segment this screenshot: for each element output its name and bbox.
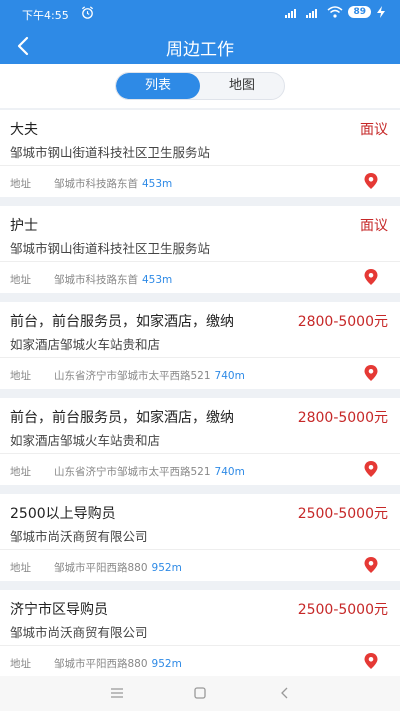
job-salary: 面议 — [360, 218, 388, 234]
address-label: 地址 — [10, 562, 31, 574]
alarm-icon — [81, 6, 94, 19]
page-title: 周边工作 — [166, 40, 234, 60]
job-company: 如家酒店邹城火车站贵和店 — [10, 337, 161, 352]
address-text: 邹城市平阳西路880 — [54, 658, 148, 670]
job-salary: 2500-5000元 — [297, 602, 388, 618]
job-address: 山东省济宁市邹城市太平西路521 740m — [54, 464, 245, 479]
job-address: 邹城市科技路东首 453m — [54, 272, 172, 287]
tab-list[interactable]: 列表 — [116, 73, 200, 99]
job-company: 邹城市尚沃商贸有限公司 — [10, 529, 148, 544]
address-text: 邹城市平阳西路880 — [54, 562, 148, 574]
job-list: 大夫 面议 邹城市钢山街道科技社区卫生服务站 地址 邹城市科技路东首 453m 护… — [0, 110, 400, 676]
tab-strip: 列表 地图 — [0, 64, 400, 108]
job-title: 大夫 — [10, 122, 38, 138]
wifi-icon — [327, 6, 343, 18]
job-card[interactable]: 大夫 面议 邹城市钢山街道科技社区卫生服务站 地址 邹城市科技路东首 453m — [0, 110, 400, 197]
distance: 952m — [151, 658, 182, 670]
location-pin-icon[interactable] — [364, 557, 378, 573]
status-bar: 下午4:55 89 — [0, 0, 400, 28]
address-label: 地址 — [10, 466, 31, 478]
job-card[interactable]: 济宁市区导购员 2500-5000元 邹城市尚沃商贸有限公司 地址 邹城市平阳西… — [0, 590, 400, 676]
signal-icon-2 — [306, 8, 318, 18]
menu-icon[interactable] — [110, 686, 124, 700]
job-title: 前台，前台服务员，如家酒店，缴纳 — [10, 410, 234, 426]
address-label: 地址 — [10, 370, 31, 382]
address-label: 地址 — [10, 178, 31, 190]
distance: 740m — [214, 370, 245, 382]
charging-icon — [377, 6, 385, 18]
job-title: 济宁市区导购员 — [10, 602, 108, 618]
location-pin-icon[interactable] — [364, 653, 378, 669]
location-pin-icon[interactable] — [364, 461, 378, 477]
divider — [0, 645, 400, 646]
job-address: 邹城市平阳西路880 952m — [54, 656, 182, 671]
location-pin-icon[interactable] — [364, 173, 378, 189]
job-title: 护士 — [10, 218, 38, 234]
job-company: 邹城市尚沃商贸有限公司 — [10, 625, 148, 640]
job-card[interactable]: 前台，前台服务员，如家酒店，缴纳 2800-5000元 如家酒店邹城火车站贵和店… — [0, 398, 400, 485]
address-text: 山东省济宁市邹城市太平西路521 — [54, 466, 211, 478]
job-address: 邹城市平阳西路880 952m — [54, 560, 182, 575]
distance: 453m — [142, 274, 173, 286]
signal-icon — [285, 8, 297, 18]
job-salary: 面议 — [360, 122, 388, 138]
address-label: 地址 — [10, 658, 31, 670]
divider — [0, 357, 400, 358]
job-card[interactable]: 前台，前台服务员，如家酒店，缴纳 2800-5000元 如家酒店邹城火车站贵和店… — [0, 302, 400, 389]
nav-bar: 周边工作 — [0, 28, 400, 64]
job-salary: 2500-5000元 — [297, 506, 388, 522]
tab-map[interactable]: 地图 — [200, 73, 284, 99]
address-label: 地址 — [10, 274, 31, 286]
divider — [0, 453, 400, 454]
distance: 740m — [214, 466, 245, 478]
job-salary: 2800-5000元 — [297, 314, 388, 330]
status-time: 下午4:55 — [22, 9, 69, 22]
battery-icon: 89 — [348, 6, 371, 18]
distance: 453m — [142, 178, 173, 190]
job-address: 山东省济宁市邹城市太平西路521 740m — [54, 368, 245, 383]
divider — [0, 549, 400, 550]
job-title: 2500以上导购员 — [10, 506, 116, 522]
address-text: 邹城市科技路东首 — [54, 274, 138, 286]
distance: 952m — [151, 562, 182, 574]
address-text: 山东省济宁市邹城市太平西路521 — [54, 370, 211, 382]
job-company: 如家酒店邹城火车站贵和店 — [10, 433, 161, 448]
status-indicators: 89 — [285, 6, 386, 18]
divider — [0, 165, 400, 166]
job-company: 邹城市钢山街道科技社区卫生服务站 — [10, 241, 211, 256]
job-company: 邹城市钢山街道科技社区卫生服务站 — [10, 145, 211, 160]
location-pin-icon[interactable] — [364, 365, 378, 381]
address-text: 邹城市科技路东首 — [54, 178, 138, 190]
system-nav-bar — [0, 676, 400, 711]
home-icon[interactable] — [193, 686, 207, 700]
job-card[interactable]: 2500以上导购员 2500-5000元 邹城市尚沃商贸有限公司 地址 邹城市平… — [0, 494, 400, 581]
job-title: 前台，前台服务员，如家酒店，缴纳 — [10, 314, 234, 330]
view-toggle: 列表 地图 — [115, 72, 285, 100]
divider — [0, 261, 400, 262]
job-card[interactable]: 护士 面议 邹城市钢山街道科技社区卫生服务站 地址 邹城市科技路东首 453m — [0, 206, 400, 293]
location-pin-icon[interactable] — [364, 269, 378, 285]
job-address: 邹城市科技路东首 453m — [54, 176, 172, 191]
job-salary: 2800-5000元 — [297, 410, 388, 426]
back-icon[interactable] — [278, 686, 292, 700]
